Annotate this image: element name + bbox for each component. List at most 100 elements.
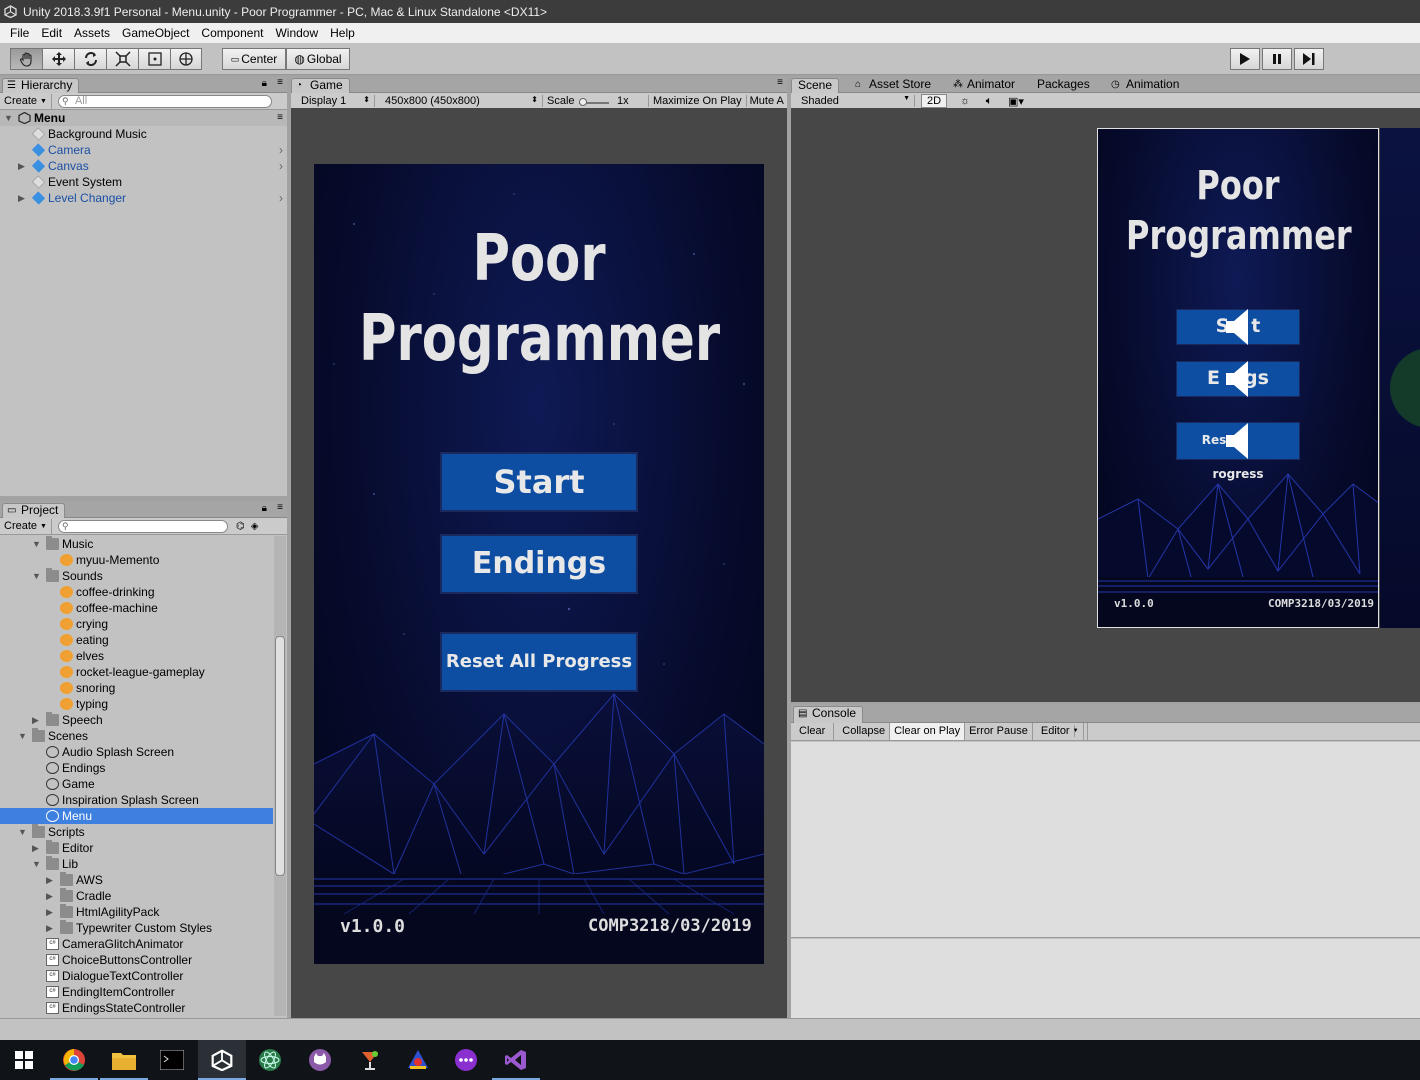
pause-button[interactable] xyxy=(1262,48,1292,70)
menu-component[interactable]: Component xyxy=(195,26,269,40)
expand-arrow-icon[interactable]: ▼ xyxy=(32,568,41,584)
endings-button[interactable]: Endings xyxy=(440,534,638,594)
scene-canvas-preview[interactable]: Poor Programmer St Egs Resetrogress v1.0… xyxy=(1097,128,1379,628)
file-explorer-icon[interactable] xyxy=(100,1040,148,1080)
scrollbar-thumb[interactable] xyxy=(275,636,285,876)
project-item[interactable]: ▼ Music xyxy=(0,536,273,552)
hierarchy-item[interactable]: › Camera xyxy=(0,142,287,158)
terminal-icon[interactable] xyxy=(148,1040,196,1080)
tab-packages[interactable]: Packages xyxy=(1037,78,1096,93)
tab-hierarchy[interactable]: ☰ Hierarchy xyxy=(2,78,80,93)
effects-icon[interactable]: ▣▾ xyxy=(1001,95,1031,108)
chat-app-icon[interactable] xyxy=(442,1040,490,1080)
audio-icon[interactable]: 🔈︎ xyxy=(977,95,1001,108)
project-item[interactable]: c# ChoiceButtonsController xyxy=(0,952,273,968)
project-item[interactable]: elves xyxy=(0,648,273,664)
panel-menu-icon[interactable]: ≡ xyxy=(277,77,283,88)
console-editor-dropdown[interactable]: Editor ▼ xyxy=(1033,723,1088,740)
project-item[interactable]: Endings xyxy=(0,760,273,776)
tab-asset-store[interactable]: ⌂ Asset Store xyxy=(855,78,937,93)
project-search-input[interactable]: ⚲ xyxy=(57,519,228,533)
chevron-right-icon[interactable]: › xyxy=(279,142,283,158)
expand-arrow-icon[interactable]: ▼ xyxy=(4,110,13,126)
scene-menu-icon[interactable]: ≡ xyxy=(277,110,283,126)
scale-slider[interactable]: Scale 1x xyxy=(543,95,649,107)
project-item[interactable]: coffee-machine xyxy=(0,600,273,616)
chrome-icon[interactable] xyxy=(50,1040,98,1080)
expand-arrow-icon[interactable]: ▶ xyxy=(46,872,53,888)
atom-icon[interactable] xyxy=(246,1040,294,1080)
rect-tool-icon[interactable] xyxy=(138,48,170,70)
panel-menu-icon[interactable]: ≡ xyxy=(277,502,283,513)
console-detail-area[interactable] xyxy=(791,939,1420,1018)
hierarchy-item[interactable]: Event System xyxy=(0,174,287,190)
tab-animation[interactable]: ◷ Animation xyxy=(1111,78,1185,93)
hierarchy-item[interactable]: ▶ › Level Changer xyxy=(0,190,287,206)
project-item[interactable]: ▼ Sounds xyxy=(0,568,273,584)
display-select[interactable]: Display 1 ⬍ xyxy=(291,95,375,107)
expand-arrow-icon[interactable]: ▶ xyxy=(18,158,25,174)
expand-arrow-icon[interactable]: ▶ xyxy=(46,904,53,920)
visual-studio-icon[interactable] xyxy=(492,1040,540,1080)
github-desktop-icon[interactable] xyxy=(296,1040,344,1080)
project-item[interactable]: myuu-Memento xyxy=(0,552,273,568)
expand-arrow-icon[interactable]: ▼ xyxy=(32,536,41,552)
filter-label-icon[interactable]: ◈ xyxy=(251,521,259,532)
audio-source-gizmo-icon[interactable] xyxy=(1224,421,1254,461)
project-item[interactable]: Audio Splash Screen xyxy=(0,744,273,760)
menu-file[interactable]: File xyxy=(4,26,35,40)
expand-arrow-icon[interactable]: ▶ xyxy=(32,712,39,728)
project-create-button[interactable]: Create ▼ xyxy=(0,518,52,534)
tab-scene[interactable]: Scene xyxy=(791,78,840,93)
mute-audio-toggle[interactable]: Mute A xyxy=(747,95,787,107)
console-clear-button[interactable]: Clear xyxy=(791,723,835,740)
project-item[interactable]: rocket-league-gameplay xyxy=(0,664,273,680)
project-item[interactable]: c# DialogueTextController xyxy=(0,968,273,984)
hierarchy-item[interactable]: ▶ › Canvas xyxy=(0,158,287,174)
unity-taskbar-icon[interactable] xyxy=(198,1040,246,1080)
project-item-selected[interactable]: Menu xyxy=(0,808,273,824)
hierarchy-create-button[interactable]: Create ▼ xyxy=(0,93,52,109)
tab-animator[interactable]: ⁂ Animator xyxy=(953,78,1021,93)
audio-source-gizmo-icon[interactable] xyxy=(1224,307,1254,347)
menu-assets[interactable]: Assets xyxy=(68,26,116,40)
project-item[interactable]: coffee-drinking xyxy=(0,584,273,600)
expand-arrow-icon[interactable]: ▼ xyxy=(18,728,27,744)
menu-window[interactable]: Window xyxy=(269,26,324,40)
scene-view[interactable]: Poor Programmer St Egs Resetrogress v1.0… xyxy=(791,108,1420,702)
project-item[interactable]: c# EndingItemController xyxy=(0,984,273,1000)
menu-help[interactable]: Help xyxy=(324,26,361,40)
project-item[interactable]: ▶ Speech xyxy=(0,712,273,728)
lock-icon[interactable]: 🔒︎ xyxy=(262,503,267,514)
chevron-right-icon[interactable]: › xyxy=(279,190,283,206)
expand-arrow-icon[interactable]: ▶ xyxy=(46,888,53,904)
project-item[interactable]: ▼ Lib xyxy=(0,856,273,872)
audio-source-gizmo-icon[interactable] xyxy=(1224,359,1254,399)
lighting-icon[interactable]: ☼ xyxy=(953,95,977,107)
expand-arrow-icon[interactable]: ▼ xyxy=(32,856,41,872)
step-button[interactable] xyxy=(1294,48,1324,70)
console-collapse-button[interactable]: Collapse xyxy=(834,723,891,740)
expand-arrow-icon[interactable]: ▶ xyxy=(46,920,53,936)
project-item[interactable]: ▶ HtmlAgilityPack xyxy=(0,904,273,920)
project-item[interactable]: eating xyxy=(0,632,273,648)
project-item[interactable]: Game xyxy=(0,776,273,792)
2d-mode-toggle[interactable]: 2D xyxy=(921,94,947,108)
tab-game[interactable]: ◔ Game xyxy=(291,78,350,93)
slider-knob[interactable] xyxy=(579,98,587,106)
tab-project[interactable]: ▭ Project xyxy=(2,503,66,518)
console-clear-on-play-toggle[interactable]: Clear on Play xyxy=(890,723,966,740)
transform-tool-icon[interactable] xyxy=(170,48,202,70)
cocktail-app-icon[interactable] xyxy=(346,1040,394,1080)
hand-tool-icon[interactable] xyxy=(10,48,42,70)
hierarchy-item[interactable]: Background Music xyxy=(0,126,287,142)
console-log-area[interactable] xyxy=(791,742,1420,938)
project-item[interactable]: typing xyxy=(0,696,273,712)
project-item[interactable]: ▶ AWS xyxy=(0,872,273,888)
project-item[interactable]: crying xyxy=(0,616,273,632)
resolution-select[interactable]: 450x800 (450x800) ⬍ xyxy=(375,95,543,107)
pivot-global-button[interactable]: ◍ Global xyxy=(286,48,350,70)
project-item[interactable]: ▼ Scenes xyxy=(0,728,273,744)
game-canvas[interactable]: Poor Programmer Start Endings Reset All … xyxy=(314,164,764,964)
expand-arrow-icon[interactable]: ▶ xyxy=(18,190,25,206)
